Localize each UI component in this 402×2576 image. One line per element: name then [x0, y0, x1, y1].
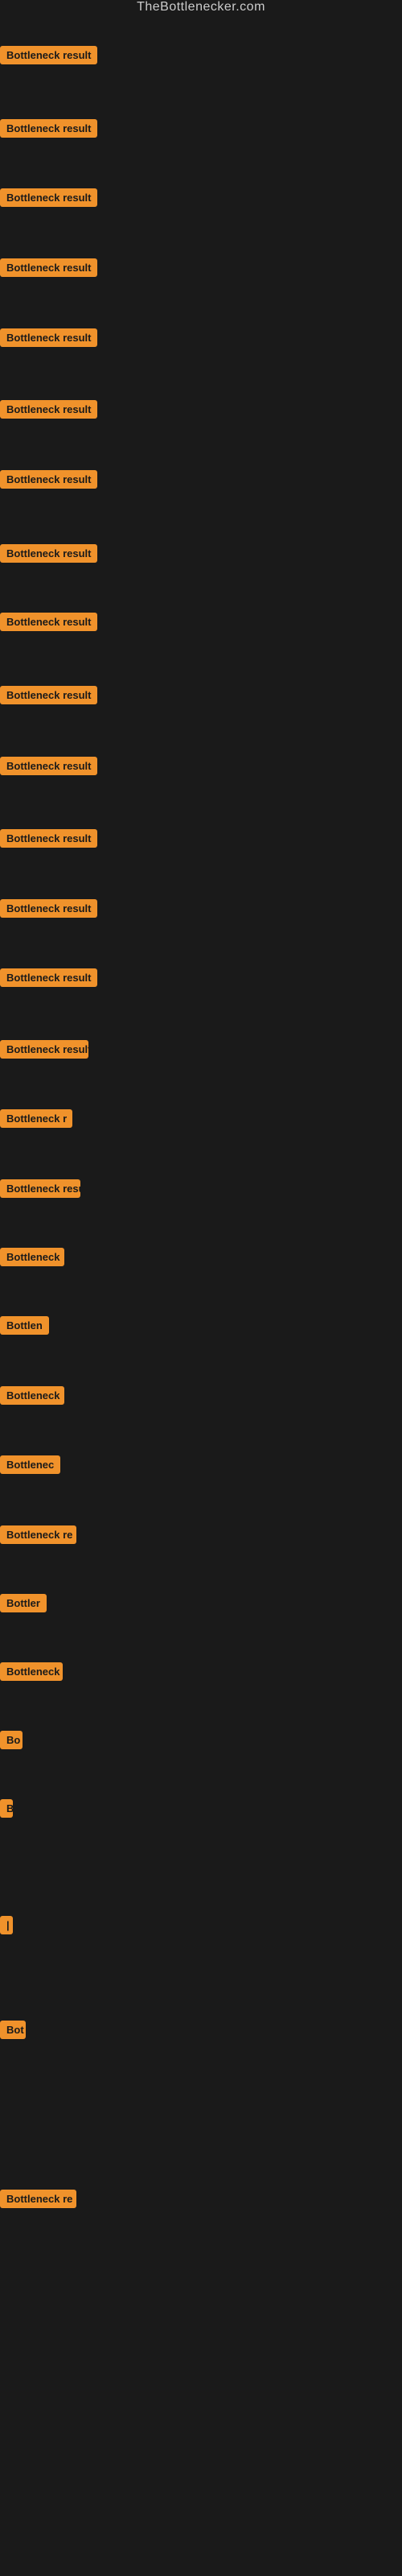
bottleneck-item: Bottleneck result — [0, 258, 97, 281]
bottleneck-item: Bottleneck result — [0, 400, 97, 423]
site-title: TheBottlenecker.com — [137, 0, 265, 17]
bottleneck-item: Bottlenec — [0, 1455, 60, 1478]
bottleneck-badge: B — [0, 1799, 13, 1818]
bottleneck-badge: Bottlen — [0, 1316, 49, 1335]
bottleneck-item: Bottleneck result — [0, 829, 97, 852]
bottleneck-item: Bottleneck — [0, 1248, 64, 1270]
bottleneck-item: Bottleneck result — [0, 470, 97, 493]
site-header: TheBottlenecker.com — [0, 0, 402, 14]
bottleneck-item: Bottleneck result — [0, 899, 97, 922]
bottleneck-item: Bottleneck result — [0, 328, 97, 351]
bottleneck-badge: Bottleneck resu — [0, 1179, 80, 1198]
bottleneck-item: Bottleneck result — [0, 188, 97, 211]
bottleneck-item: Bottleneck r — [0, 1109, 72, 1132]
bottleneck-item: Bottleneck result — [0, 119, 97, 142]
bottleneck-badge: Bottleneck result — [0, 328, 97, 347]
bottleneck-item: Bottleneck result — [0, 46, 97, 68]
bottleneck-item: Bottleneck result — [0, 968, 97, 991]
bottleneck-badge: Bottleneck result — [0, 46, 97, 64]
bottleneck-item: Bottleneck result — [0, 1040, 88, 1063]
bottleneck-badge: Bottleneck re — [0, 1525, 76, 1544]
bottleneck-badge: Bot — [0, 2021, 26, 2039]
bottleneck-badge: Bottleneck r — [0, 1109, 72, 1128]
bottleneck-item: | — [0, 1916, 13, 1938]
bottleneck-badge: Bottleneck result — [0, 544, 97, 563]
bottleneck-item: Bot — [0, 2021, 26, 2043]
bottleneck-badge: Bottleneck result — [0, 968, 97, 987]
bottleneck-badge: Bottleneck result — [0, 1040, 88, 1059]
bottleneck-item: Bottleneck result — [0, 757, 97, 779]
bottleneck-item: Bo — [0, 1731, 23, 1753]
bottleneck-item: Bottleneck re — [0, 2190, 76, 2212]
bottleneck-badge: Bottleneck result — [0, 757, 97, 775]
bottleneck-badge: Bottleneck result — [0, 829, 97, 848]
bottleneck-item: Bottler — [0, 1594, 47, 1616]
bottleneck-badge: Bottleneck re — [0, 2190, 76, 2208]
bottleneck-item: Bottleneck — [0, 1662, 63, 1685]
bottleneck-badge: Bottleneck result — [0, 899, 97, 918]
bottleneck-badge: Bottlenec — [0, 1455, 60, 1474]
bottleneck-item: Bottleneck result — [0, 686, 97, 708]
bottleneck-item: Bottlen — [0, 1316, 49, 1339]
bottleneck-badge: | — [0, 1916, 13, 1934]
bottleneck-badge: Bottleneck — [0, 1662, 63, 1681]
bottleneck-badge: Bottleneck result — [0, 119, 97, 138]
bottleneck-badge: Bottleneck result — [0, 613, 97, 631]
bottleneck-badge: Bottleneck — [0, 1248, 64, 1266]
bottleneck-item: Bottleneck result — [0, 544, 97, 567]
bottleneck-badge: Bottleneck result — [0, 188, 97, 207]
bottleneck-item: B — [0, 1799, 13, 1822]
bottleneck-badge: Bottleneck result — [0, 686, 97, 704]
bottleneck-badge: Bottleneck result — [0, 400, 97, 419]
bottleneck-item: Bottleneck resu — [0, 1179, 80, 1202]
bottleneck-item: Bottleneck result — [0, 613, 97, 635]
bottleneck-badge: Bottleneck result — [0, 258, 97, 277]
bottleneck-badge: Bottler — [0, 1594, 47, 1612]
bottleneck-item: Bottleneck — [0, 1386, 64, 1409]
bottleneck-badge: Bottleneck result — [0, 470, 97, 489]
bottleneck-item: Bottleneck re — [0, 1525, 76, 1548]
bottleneck-badge: Bottleneck — [0, 1386, 64, 1405]
bottleneck-badge: Bo — [0, 1731, 23, 1749]
